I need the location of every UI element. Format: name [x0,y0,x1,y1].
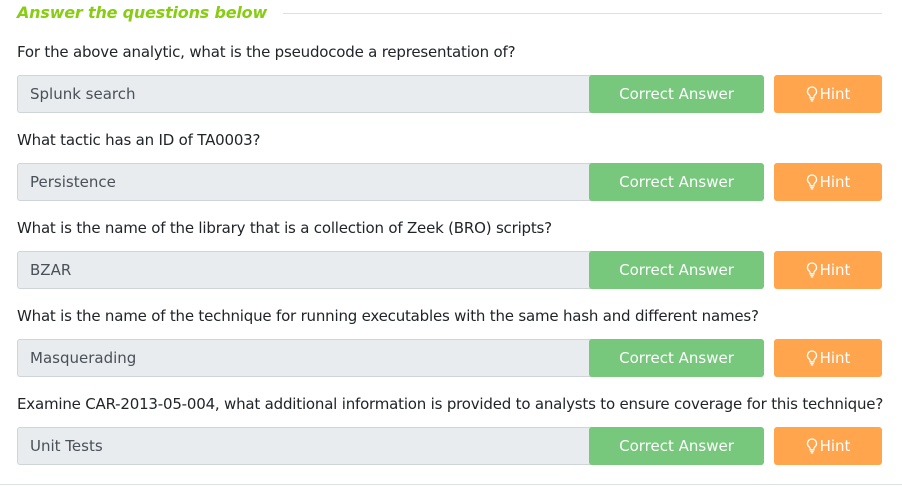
hint-button[interactable]: Hint [774,427,882,465]
question-block: For the above analytic, what is the pseu… [17,42,882,113]
hint-button[interactable]: Hint [774,251,882,289]
hint-label: Hint [819,437,851,455]
hint-label: Hint [819,173,851,191]
answer-field[interactable] [17,339,603,377]
correct-answer-button[interactable]: Correct Answer [589,75,764,113]
hint-button[interactable]: Hint [774,339,882,377]
lightbulb-icon [806,86,817,102]
hint-label: Hint [819,85,851,103]
hint-label: Hint [819,261,851,279]
question-block: What is the name of the technique for ru… [17,306,882,377]
questions-header: Answer the questions below [17,0,882,24]
correct-answer-button[interactable]: Correct Answer [589,427,764,465]
question-text: For the above analytic, what is the pseu… [17,43,516,61]
section-title: Answer the questions below [17,2,268,22]
correct-answer-button[interactable]: Correct Answer [589,339,764,377]
correct-answer-button[interactable]: Correct Answer [589,251,764,289]
hint-button[interactable]: Hint [774,75,882,113]
lightbulb-icon [806,262,817,278]
answer-field[interactable] [17,427,603,465]
lightbulb-icon [806,350,817,366]
answer-field[interactable] [17,163,603,201]
answer-field[interactable] [17,75,603,113]
question-text: What is the name of the technique for ru… [17,307,759,325]
lightbulb-icon [806,438,817,454]
correct-answer-button[interactable]: Correct Answer [589,163,764,201]
question-block: Examine CAR-2013-05-004, what additional… [17,394,884,465]
question-block: What tactic has an ID of TA0003? Correct… [17,130,882,201]
question-text: What is the name of the library that is … [17,219,552,237]
hint-button[interactable]: Hint [774,163,882,201]
lightbulb-icon [806,174,817,190]
answer-field[interactable] [17,251,603,289]
hint-label: Hint [819,349,851,367]
header-divider [283,12,882,14]
question-text: Examine CAR-2013-05-004, what additional… [17,395,884,413]
question-text: What tactic has an ID of TA0003? [17,131,261,149]
question-block: What is the name of the library that is … [17,218,882,289]
bottom-divider [0,484,902,485]
